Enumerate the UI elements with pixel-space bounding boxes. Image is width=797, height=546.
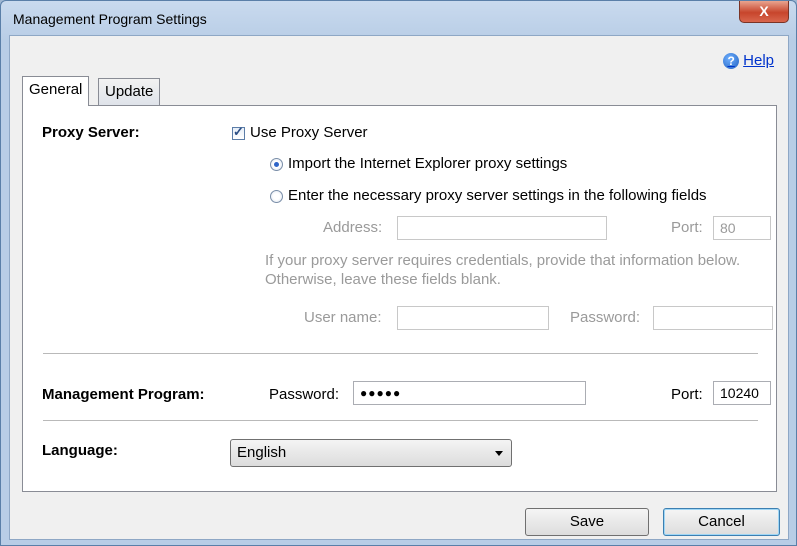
proxy-port-label: Port: [671,219,703,236]
proxy-server-label: Proxy Server: [42,124,140,141]
divider [43,353,758,355]
management-program-label: Management Program: [42,386,205,403]
title-bar[interactable]: Management Program Settings X [1,1,796,35]
language-select[interactable]: English [230,439,512,467]
management-port-label: Port: [671,386,703,403]
close-icon: X [759,3,769,19]
divider [43,420,758,422]
proxy-password-label: Password: [570,309,641,326]
proxy-password-input[interactable] [653,306,773,330]
tab-update-label: Update [105,83,154,100]
address-input[interactable] [397,216,607,240]
management-port-input[interactable]: 10240 [713,381,771,405]
language-label: Language: [42,442,118,459]
tab-general[interactable]: General [22,76,90,106]
proxy-port-input[interactable]: 80 [713,216,771,240]
help-icon: ? [723,52,740,69]
cancel-button[interactable]: Cancel [663,508,780,536]
language-selected-value: English [237,444,287,461]
tab-update[interactable]: Update [98,78,161,105]
management-password-label: Password: [269,386,340,403]
manual-proxy-label[interactable]: Enter the necessary proxy server setting… [288,187,707,204]
username-label: User name: [304,309,382,326]
username-input[interactable] [397,306,549,330]
credentials-note: If your proxy server requires credential… [265,252,741,288]
help-link[interactable]: ? Help [723,52,774,69]
manual-proxy-radio[interactable] [270,190,283,203]
address-label: Address: [323,219,383,236]
dialog-body: ? Help General Update Proxy Server: Use … [9,35,789,540]
close-button[interactable]: X [739,1,789,23]
management-password-input[interactable]: ●●●●● [353,381,586,405]
import-ie-proxy-radio[interactable] [270,158,283,171]
window-title: Management Program Settings [13,11,207,27]
use-proxy-checkbox[interactable] [232,124,245,140]
general-panel: Proxy Server: Use Proxy Server Import th… [22,105,777,492]
tab-general-label: General [29,81,83,98]
save-button[interactable]: Save [525,508,649,536]
help-label: Help [743,52,774,69]
import-ie-proxy-label[interactable]: Import the Internet Explorer proxy setti… [288,155,567,172]
settings-dialog: Management Program Settings X ? Help Gen… [0,0,797,546]
use-proxy-label[interactable]: Use Proxy Server [250,124,368,141]
chevron-down-icon [495,451,503,456]
